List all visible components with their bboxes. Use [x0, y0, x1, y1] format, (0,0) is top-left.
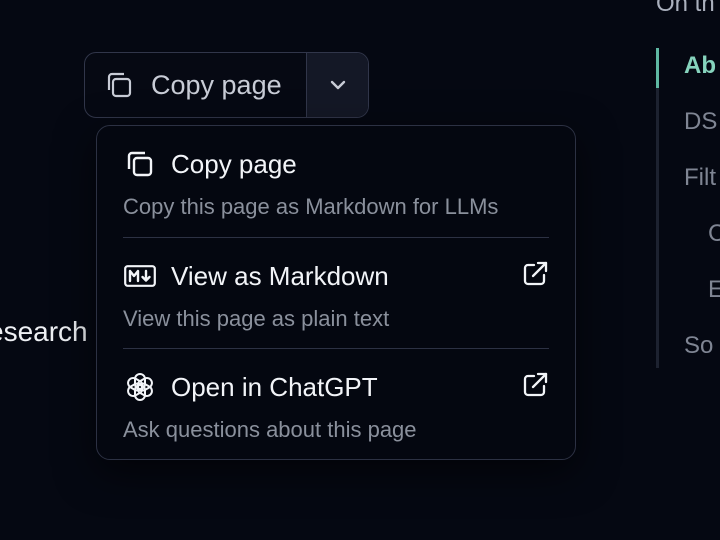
markdown-icon [123, 259, 157, 293]
toc-active-indicator [656, 48, 659, 88]
copy-options-toggle[interactable] [306, 53, 368, 117]
copy-page-split-button: Copy page [84, 52, 369, 118]
chevron-down-icon [327, 74, 349, 96]
menu-item-description: View this page as plain text [123, 306, 390, 331]
menu-item-title: Open in ChatGPT [171, 371, 378, 402]
toc-item-so[interactable]: So [684, 332, 713, 360]
menu-item-description: Copy this page as Markdown for LLMs [123, 194, 499, 219]
copy-page-button[interactable]: Copy page [85, 53, 306, 117]
toc-item-ab[interactable]: Ab [684, 52, 716, 80]
body-text-fragment: esearch [0, 316, 88, 347]
toc-heading: On th [656, 0, 715, 17]
menu-item-title: Copy page [171, 148, 297, 179]
copy-page-label: Copy page [151, 69, 282, 100]
toc-item-c[interactable]: C [708, 220, 720, 248]
chatgpt-icon [123, 370, 157, 404]
menu-item-copy-page[interactable]: Copy page Copy this page as Markdown for… [123, 126, 549, 237]
copy-options-menu: Copy page Copy this page as Markdown for… [96, 125, 576, 460]
menu-item-open-chatgpt[interactable]: Open in ChatGPT Ask questions about this… [123, 348, 549, 459]
external-link-icon [521, 371, 549, 399]
menu-item-title: View as Markdown [171, 260, 389, 291]
menu-item-view-markdown[interactable]: View as Markdown View this page as plain… [123, 237, 549, 348]
copy-icon [103, 69, 135, 101]
toc-item-e[interactable]: E [708, 276, 720, 304]
menu-item-description: Ask questions about this page [123, 417, 417, 442]
copy-icon [123, 147, 157, 181]
toc-item-ds[interactable]: DS [684, 108, 717, 136]
toc-item-filt[interactable]: Filt [684, 164, 716, 192]
external-link-icon [521, 260, 549, 288]
table-of-contents: On th Ab DS Filt C E So [656, 0, 720, 540]
toc-rail [656, 48, 659, 368]
